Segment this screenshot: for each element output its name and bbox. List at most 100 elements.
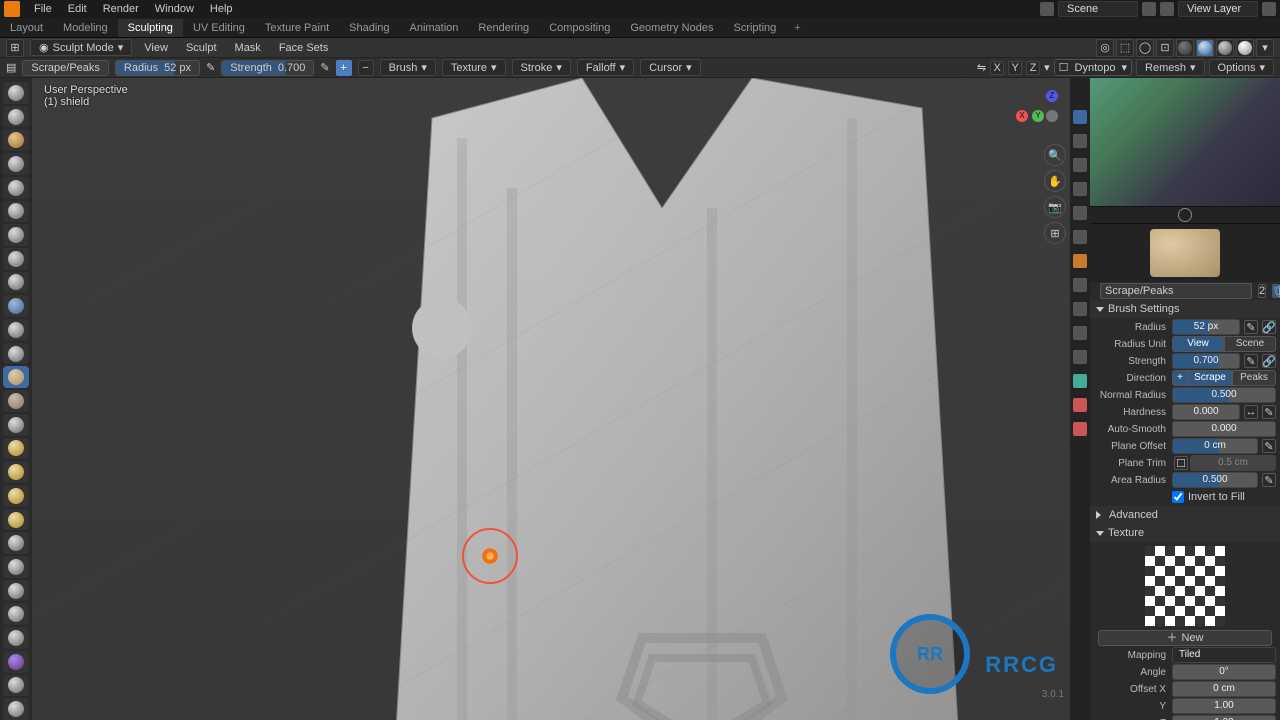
mirror-z-toggle[interactable]: Z bbox=[1026, 61, 1040, 75]
tab-scripting[interactable]: Scripting bbox=[723, 19, 786, 37]
hardness-pen-icon[interactable]: ↔ bbox=[1244, 405, 1258, 419]
tool-clay-strips[interactable] bbox=[3, 153, 29, 175]
section-advanced[interactable]: Advanced bbox=[1090, 506, 1280, 524]
tool-inflate[interactable] bbox=[3, 224, 29, 246]
scene-name-input[interactable] bbox=[1058, 1, 1138, 17]
menu-window[interactable]: Window bbox=[147, 3, 202, 15]
tool-simplify[interactable] bbox=[3, 675, 29, 697]
tool-thumb[interactable] bbox=[3, 509, 29, 531]
arearadius-field[interactable]: 0.500 bbox=[1172, 472, 1258, 488]
shading-rendered-icon[interactable] bbox=[1236, 39, 1254, 57]
sizez-field[interactable]: 1.00 bbox=[1172, 715, 1276, 720]
prop-tab-world-icon[interactable] bbox=[1073, 230, 1087, 244]
viewport-3d[interactable]: User Perspective (1) shield X Y Z 🔍 ✋ 📷 … bbox=[32, 78, 1070, 720]
tool-elastic-deform[interactable] bbox=[3, 461, 29, 483]
gizmo-x[interactable]: X bbox=[1016, 110, 1028, 122]
camera-icon[interactable]: 📷 bbox=[1044, 196, 1066, 218]
header-facesets[interactable]: Face Sets bbox=[273, 42, 335, 54]
tool-crease[interactable] bbox=[3, 272, 29, 294]
remesh-dropdown[interactable]: Remesh▾ bbox=[1136, 59, 1205, 76]
header-sculpt[interactable]: Sculpt bbox=[180, 42, 223, 54]
shading-matprev-icon[interactable] bbox=[1216, 39, 1234, 57]
tab-compositing[interactable]: Compositing bbox=[539, 19, 620, 37]
tool-smooth[interactable] bbox=[3, 295, 29, 317]
overlays-toggle-icon[interactable]: ◯ bbox=[1136, 39, 1154, 57]
autosmooth-field[interactable]: 0.000 bbox=[1172, 421, 1276, 437]
tab-shading[interactable]: Shading bbox=[339, 19, 399, 37]
prop-tab-output-icon[interactable] bbox=[1073, 158, 1087, 172]
tool-draw[interactable] bbox=[3, 82, 29, 104]
radius-pen-icon[interactable]: ✎ bbox=[1244, 320, 1258, 334]
direction-segmented[interactable]: +ScrapePeaks bbox=[1172, 370, 1276, 386]
prop-tab-modifier-icon[interactable] bbox=[1073, 278, 1087, 292]
tool-cloth[interactable] bbox=[3, 651, 29, 673]
shading-wire-icon[interactable] bbox=[1176, 39, 1194, 57]
menu-render[interactable]: Render bbox=[95, 3, 147, 15]
tool-draw-sharp[interactable] bbox=[3, 106, 29, 128]
brush-dropdown[interactable]: Brush▾ bbox=[380, 59, 436, 76]
mirror-options-icon[interactable]: ▾ bbox=[1044, 61, 1050, 74]
nav-gizmo[interactable]: X Y Z bbox=[1012, 86, 1062, 136]
shading-dropdown-icon[interactable]: ▾ bbox=[1256, 39, 1274, 57]
brush-preview[interactable] bbox=[1090, 224, 1280, 282]
tool-mask[interactable] bbox=[3, 698, 29, 720]
gizmo-y[interactable]: Y bbox=[1032, 110, 1044, 122]
prop-tab-render-icon[interactable] bbox=[1073, 134, 1087, 148]
mirror-x-toggle[interactable]: X bbox=[990, 61, 1004, 75]
tool-flatten[interactable] bbox=[3, 319, 29, 341]
tab-animation[interactable]: Animation bbox=[400, 19, 469, 37]
pan-icon[interactable]: ✋ bbox=[1044, 170, 1066, 192]
gizmo-toggle-icon[interactable]: ⬚ bbox=[1116, 39, 1134, 57]
tool-clay-thumb[interactable] bbox=[3, 177, 29, 199]
inverttofill-checkbox[interactable] bbox=[1172, 491, 1184, 503]
arearadius-pen-icon[interactable]: ✎ bbox=[1262, 473, 1276, 487]
offsetx-field[interactable]: 0 cm bbox=[1172, 681, 1276, 697]
tool-fill[interactable] bbox=[3, 343, 29, 365]
cursor-dropdown[interactable]: Cursor▾ bbox=[640, 59, 701, 76]
radius-pressure-icon[interactable]: ✎ bbox=[206, 61, 215, 74]
strength-unified-icon[interactable]: 🔗 bbox=[1262, 354, 1276, 368]
prop-tab-constraints-icon[interactable] bbox=[1073, 350, 1087, 364]
direction-subtract-button[interactable]: − bbox=[358, 60, 374, 76]
section-brush-settings[interactable]: Brush Settings bbox=[1090, 300, 1280, 318]
brush-browse-icon[interactable]: ▤ bbox=[6, 61, 16, 74]
options-dropdown[interactable]: Options▾ bbox=[1209, 59, 1274, 76]
editor-type-icon[interactable]: ⊞ bbox=[6, 39, 24, 57]
brush-name-input[interactable] bbox=[1100, 283, 1252, 299]
section-texture[interactable]: Texture bbox=[1090, 524, 1280, 542]
hardness-field[interactable]: 0.000 bbox=[1172, 404, 1240, 420]
gizmo-z[interactable]: Z bbox=[1046, 90, 1058, 102]
strength-prop-field[interactable]: 0.700 bbox=[1172, 353, 1240, 369]
tab-layout[interactable]: Layout bbox=[0, 19, 53, 37]
planetrim-toggle[interactable]: ☐ bbox=[1174, 456, 1188, 470]
shading-solid-icon[interactable] bbox=[1196, 39, 1214, 57]
radiusunit-segmented[interactable]: ViewScene bbox=[1172, 336, 1276, 352]
strength-slider[interactable]: Strength0.700 bbox=[221, 60, 314, 76]
tab-uvediting[interactable]: UV Editing bbox=[183, 19, 255, 37]
menu-file[interactable]: File bbox=[26, 3, 60, 15]
mode-selector[interactable]: ◉Sculpt Mode▾ bbox=[30, 39, 132, 56]
prop-tab-particles-icon[interactable] bbox=[1073, 302, 1087, 316]
prop-tab-scene-icon[interactable] bbox=[1073, 206, 1087, 220]
xray-toggle-icon[interactable]: ⊡ bbox=[1156, 39, 1174, 57]
brush-users-count[interactable]: 2 bbox=[1258, 284, 1266, 298]
tool-clay[interactable] bbox=[3, 129, 29, 151]
mapping-dropdown[interactable]: Tiled bbox=[1172, 647, 1276, 663]
falloff-dropdown[interactable]: Falloff▾ bbox=[577, 59, 634, 76]
stroke-dropdown[interactable]: Stroke▾ bbox=[512, 59, 571, 76]
radius-prop-field[interactable]: 52 px bbox=[1172, 319, 1240, 335]
header-view[interactable]: View bbox=[138, 42, 174, 54]
prop-tab-tool-icon[interactable] bbox=[1073, 110, 1087, 124]
texture-new-button[interactable]: ＋New bbox=[1098, 630, 1272, 646]
dyntopo-checkbox[interactable]: ☐ Dyntopo ▾ bbox=[1054, 59, 1132, 76]
angle-field[interactable]: 0° bbox=[1172, 664, 1276, 680]
ortho-toggle-icon[interactable]: ⊞ bbox=[1044, 222, 1066, 244]
tool-boundary[interactable] bbox=[3, 627, 29, 649]
tool-pose[interactable] bbox=[3, 532, 29, 554]
view-object-types-icon[interactable]: ◎ bbox=[1096, 39, 1114, 57]
mirror-y-toggle[interactable]: Y bbox=[1008, 61, 1022, 75]
add-workspace-button[interactable]: + bbox=[786, 20, 808, 36]
tool-slide-relax[interactable] bbox=[3, 603, 29, 625]
tab-geometrynodes[interactable]: Geometry Nodes bbox=[620, 19, 723, 37]
fake-user-icon[interactable]: 🛡 bbox=[1272, 284, 1280, 298]
